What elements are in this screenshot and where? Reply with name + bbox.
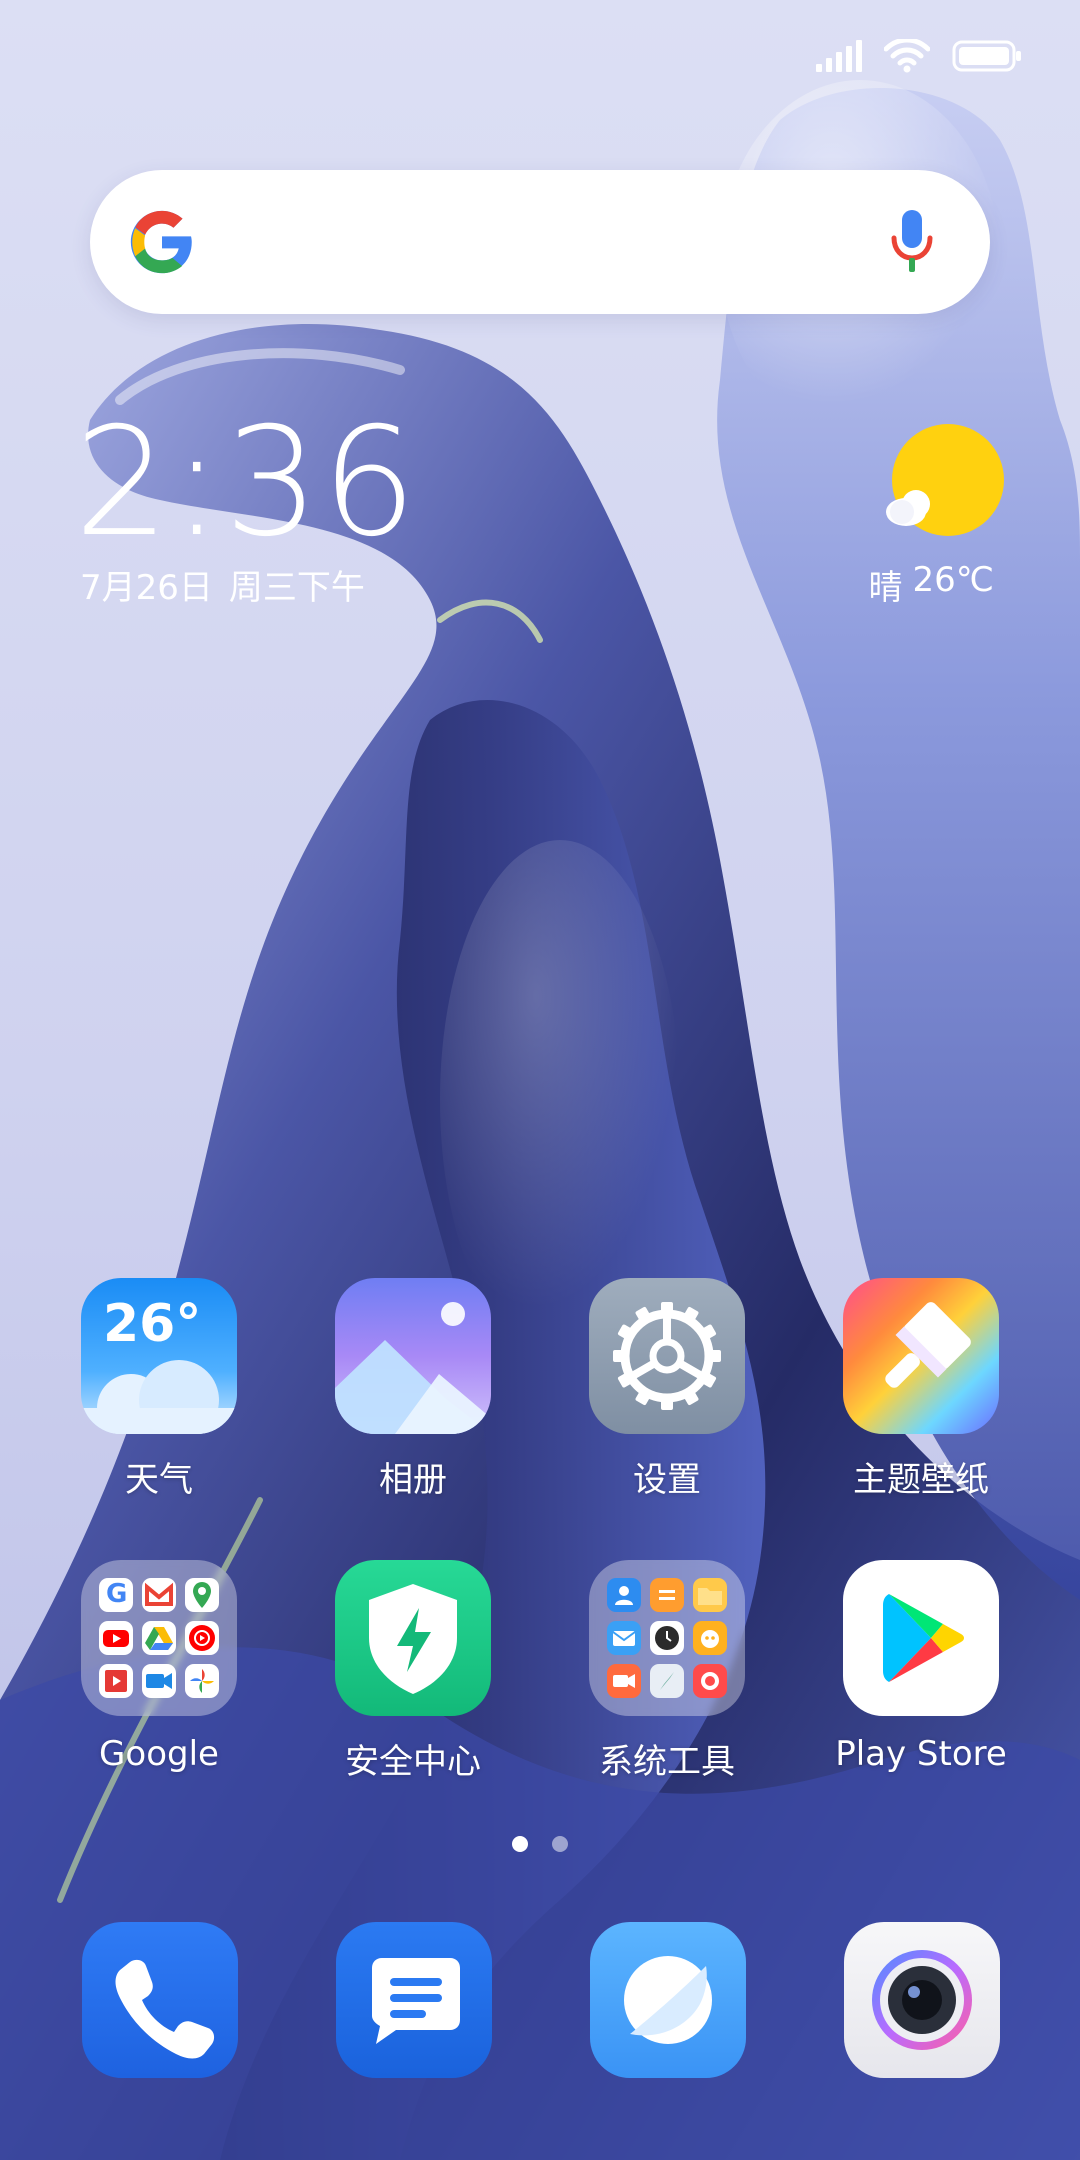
phone-icon (115, 1959, 215, 2059)
app-gallery[interactable]: 相册 (286, 1278, 540, 1501)
maps-mini-icon (185, 1578, 219, 1612)
youtube-music-mini-icon (185, 1621, 219, 1655)
dock-phone[interactable] (82, 1922, 238, 2078)
gallery-icon (335, 1278, 491, 1434)
themes-brush-icon (843, 1278, 999, 1434)
contacts-mini-icon (607, 1578, 641, 1612)
dock-camera[interactable] (844, 1922, 1000, 2078)
weekday-text: 周三下午 (228, 568, 365, 608)
google-folder-icon: G (81, 1560, 237, 1716)
email-mini-icon (607, 1621, 641, 1655)
app-themes[interactable]: 主题壁纸 (794, 1278, 1048, 1501)
browser-icon (624, 1956, 712, 2044)
app-weather[interactable]: 26° 天气 (32, 1278, 286, 1501)
app-label: 安全中心 (345, 1742, 481, 1782)
folder-label: Google (99, 1734, 219, 1774)
app-label: 主题壁纸 (853, 1460, 989, 1500)
youtube-mini-icon (99, 1621, 133, 1655)
google-search-bar[interactable] (90, 170, 990, 314)
tools-folder-icon (589, 1560, 745, 1716)
folder-label: 系统工具 (599, 1742, 735, 1782)
recorder-mini-icon (693, 1664, 727, 1698)
calendar-mini-icon (693, 1621, 727, 1655)
app-label: Play Store (835, 1734, 1007, 1774)
dock-messages[interactable] (336, 1922, 492, 2078)
google-search-mini-icon: G (99, 1578, 133, 1612)
play-movies-mini-icon (99, 1664, 133, 1698)
photos-mini-icon (185, 1664, 219, 1698)
play-store-icon (843, 1560, 999, 1716)
file-manager-mini-icon (693, 1578, 727, 1612)
app-label: 设置 (633, 1460, 701, 1500)
messages-icon (372, 1958, 460, 2044)
app-security[interactable]: 安全中心 (286, 1560, 540, 1783)
screen-recorder-mini-icon (607, 1664, 641, 1698)
date-text: 7月26日 (80, 568, 213, 608)
app-label: 相册 (379, 1460, 447, 1500)
search-input[interactable] (220, 190, 860, 296)
page-dot-2[interactable] (552, 1836, 568, 1852)
weather-summary[interactable]: 晴 26℃ (869, 560, 994, 609)
wifi-icon (884, 39, 930, 73)
security-shield-icon (335, 1560, 491, 1716)
settings-gear-icon (589, 1278, 745, 1434)
weather-condition: 晴 (868, 568, 903, 608)
notes-mini-icon (650, 1578, 684, 1612)
app-label: 天气 (125, 1460, 193, 1500)
weather-temperature: 26℃ (912, 560, 994, 600)
microphone-icon[interactable] (890, 210, 934, 274)
clock-time[interactable]: 2:36 (74, 408, 419, 558)
weather-icon: 26° (81, 1278, 237, 1434)
app-settings[interactable]: 设置 (540, 1278, 794, 1501)
page-indicator[interactable] (0, 1836, 1080, 1852)
clock-mini-icon (650, 1621, 684, 1655)
gmail-mini-icon (142, 1578, 176, 1612)
app-play-store[interactable]: Play Store (794, 1560, 1048, 1774)
meet-mini-icon (142, 1664, 176, 1698)
camera-icon (872, 1950, 972, 2050)
clock-date[interactable]: 7月26日 周三下午 (80, 560, 365, 609)
folder-google[interactable]: G Google (32, 1560, 286, 1774)
google-g-icon (130, 210, 192, 274)
drive-mini-icon (142, 1621, 176, 1655)
dock-browser[interactable] (590, 1922, 746, 2078)
compass-mini-icon (650, 1664, 684, 1698)
cell-signal-icon (816, 40, 862, 72)
weather-temp-badge: 26° (103, 1294, 202, 1354)
page-dot-1[interactable] (512, 1836, 528, 1852)
sunny-cloud-icon[interactable] (876, 420, 1006, 550)
battery-icon (952, 40, 1021, 72)
status-bar (816, 36, 1022, 76)
folder-tools[interactable]: 系统工具 (540, 1560, 794, 1783)
